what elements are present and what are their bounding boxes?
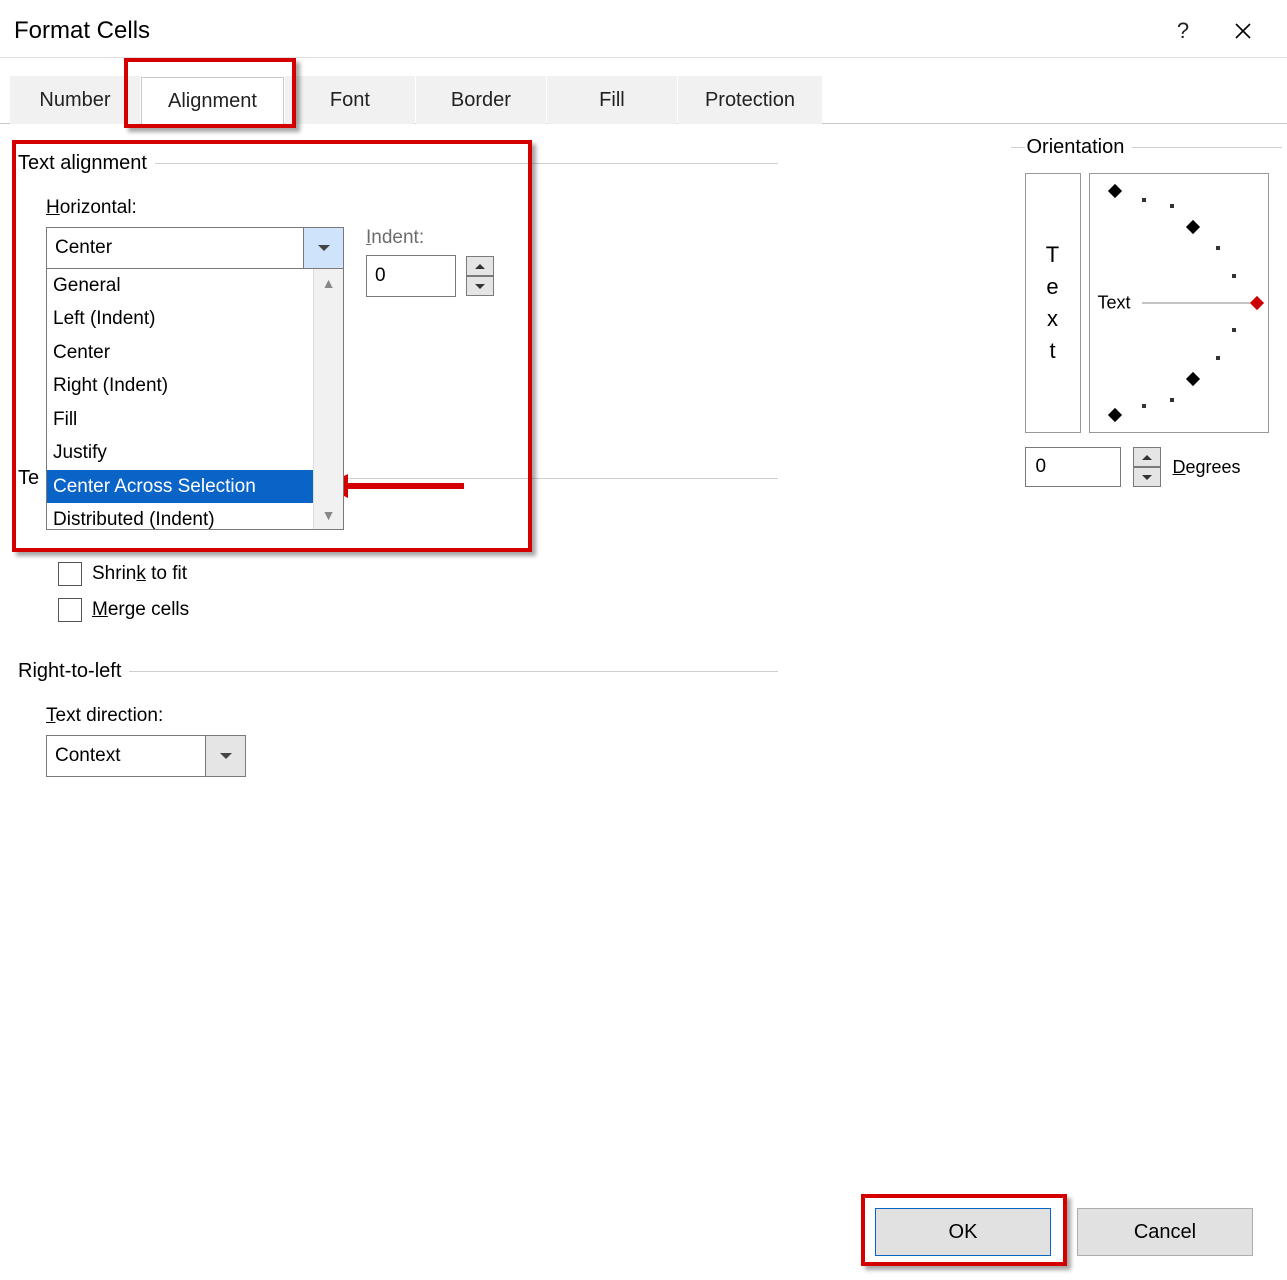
- text-direction-combo-box[interactable]: Context: [46, 735, 246, 777]
- ok-button[interactable]: OK: [875, 1208, 1051, 1256]
- degrees-value: 0: [1036, 456, 1047, 478]
- option-general[interactable]: General: [47, 269, 313, 302]
- indent-input[interactable]: 0: [366, 255, 456, 297]
- option-right-indent[interactable]: Right (Indent): [47, 369, 313, 402]
- option-center[interactable]: Center: [47, 336, 313, 369]
- dial-dot: [1142, 404, 1146, 408]
- cancel-button[interactable]: Cancel: [1077, 1208, 1253, 1256]
- tab-number[interactable]: Number: [10, 76, 140, 124]
- dial-dot: [1216, 356, 1220, 360]
- orientation-dial[interactable]: Text: [1089, 173, 1269, 433]
- chevron-down-icon: [220, 753, 232, 759]
- horizontal-label: Horizontal:: [46, 197, 778, 219]
- tab-alignment[interactable]: Alignment: [141, 77, 284, 125]
- tab-border[interactable]: Border: [416, 76, 546, 124]
- option-left-indent[interactable]: Left (Indent): [47, 302, 313, 335]
- degrees-label: Degrees: [1173, 457, 1241, 478]
- tab-protection[interactable]: Protection: [678, 76, 822, 124]
- horizontal-dropdown-button[interactable]: [303, 228, 343, 268]
- text-direction-dropdown-button[interactable]: [205, 736, 245, 776]
- degrees-spin-down[interactable]: [1133, 467, 1161, 487]
- degrees-input[interactable]: 0: [1025, 447, 1121, 487]
- close-button[interactable]: [1213, 6, 1273, 56]
- indent-label: Indent:: [366, 227, 494, 249]
- orientation-group: Orientation T e x t Text: [1009, 136, 1269, 498]
- dropdown-scrollbar[interactable]: ▲ ▼: [313, 269, 343, 529]
- dial-dot: [1142, 198, 1146, 202]
- dial-mark: [1185, 372, 1199, 386]
- shrink-to-fit-row: Shrink to fit: [58, 562, 778, 586]
- vtext-char: t: [1049, 338, 1055, 364]
- dial-needle-line: [1142, 303, 1252, 304]
- shrink-to-fit-label: Shrink to fit: [92, 563, 187, 585]
- indent-value: 0: [375, 265, 386, 287]
- option-justify[interactable]: Justify: [47, 436, 313, 469]
- dial-mark: [1107, 408, 1121, 422]
- option-fill[interactable]: Fill: [47, 403, 313, 436]
- scroll-up-icon: ▲: [322, 275, 336, 291]
- dial-dot: [1170, 398, 1174, 402]
- text-control-legend: Te: [18, 467, 47, 490]
- indent-spinner: [466, 256, 494, 296]
- degrees-spinner: [1133, 447, 1161, 487]
- dial-dot: [1216, 246, 1220, 250]
- titlebar: Format Cells ?: [0, 0, 1287, 58]
- text-alignment-legend: Text alignment: [18, 152, 155, 175]
- dial-dot: [1232, 328, 1236, 332]
- dial-needle-label: Text: [1098, 293, 1131, 314]
- horizontal-value: Center: [55, 237, 112, 259]
- chevron-down-icon: [318, 245, 330, 251]
- text-alignment-group: Text alignment Horizontal: Center Genera…: [18, 152, 778, 297]
- vtext-char: x: [1047, 306, 1058, 332]
- text-direction-combo[interactable]: Context: [46, 735, 246, 777]
- text-direction-label: Text direction:: [46, 705, 778, 727]
- horizontal-dropdown: General Left (Indent) Center Right (Inde…: [46, 269, 344, 530]
- indent-spin-down[interactable]: [466, 276, 494, 296]
- tabstrip: Number Alignment Font Border Fill Protec…: [10, 76, 1287, 124]
- vtext-char: e: [1046, 274, 1058, 300]
- dial-needle-endpoint: [1249, 296, 1263, 310]
- rtl-group: Right-to-left Text direction: Context: [18, 660, 778, 777]
- option-distributed-indent[interactable]: Distributed (Indent): [47, 503, 313, 529]
- dial-mark: [1107, 184, 1121, 198]
- degrees-spin-up[interactable]: [1133, 447, 1161, 467]
- rtl-legend: Right-to-left: [18, 660, 129, 683]
- tab-fill[interactable]: Fill: [547, 76, 677, 124]
- indent-spin-up[interactable]: [466, 256, 494, 276]
- text-direction-value: Context: [55, 745, 120, 767]
- dial-dot: [1170, 204, 1174, 208]
- shrink-to-fit-checkbox[interactable]: [58, 562, 82, 586]
- merge-cells-label: Merge cells: [92, 599, 189, 621]
- scroll-down-icon: ▼: [322, 507, 336, 523]
- tab-font[interactable]: Font: [285, 76, 415, 124]
- merge-cells-checkbox[interactable]: [58, 598, 82, 622]
- vtext-char: T: [1046, 242, 1059, 268]
- dial-dot: [1232, 274, 1236, 278]
- dialog-title: Format Cells: [14, 17, 1153, 45]
- option-center-across-selection[interactable]: Center Across Selection: [47, 470, 313, 503]
- content-area: Text alignment Horizontal: Center Genera…: [0, 124, 1287, 1124]
- orientation-legend: Orientation: [1025, 136, 1133, 159]
- horizontal-combo-box[interactable]: Center: [46, 227, 344, 269]
- horizontal-combo[interactable]: Center General Left (Indent) Center Righ…: [46, 227, 344, 269]
- vertical-text-button[interactable]: T e x t: [1025, 173, 1081, 433]
- merge-cells-row: Merge cells: [58, 598, 778, 622]
- help-button[interactable]: ?: [1153, 6, 1213, 56]
- close-icon: [1234, 22, 1252, 40]
- dial-mark: [1185, 220, 1199, 234]
